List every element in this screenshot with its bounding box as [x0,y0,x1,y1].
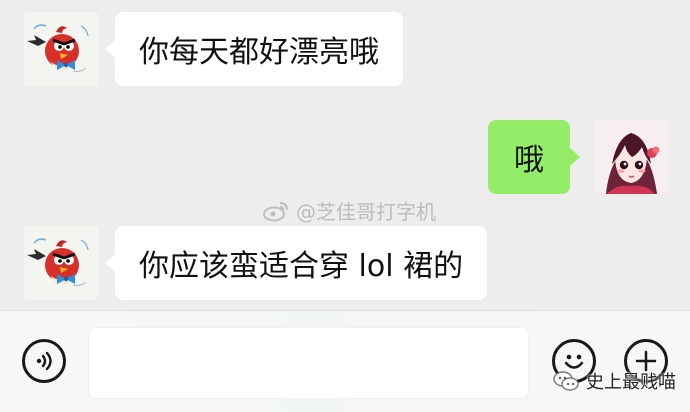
message-text: 你应该蛮适合穿 lol 裙的 [139,249,464,284]
incoming-bubble-tail [105,254,115,272]
contact-avatar[interactable] [24,12,98,86]
contact-avatar[interactable] [24,226,98,300]
voice-button[interactable] [22,339,66,383]
watermark-text: @芝佳哥打字机 [296,200,436,224]
incoming-message-bubble[interactable]: 你应该蛮适合穿 lol 裙的 [115,226,488,300]
message-input[interactable] [88,327,529,399]
wechat-official-account-icon [553,371,579,391]
source-badge: 史上最贱喵 [552,368,676,394]
weibo-icon [263,201,288,221]
my-avatar[interactable] [594,120,668,194]
source-badge-text: 史上最贱喵 [586,372,676,393]
anime-girl-avatar-icon [594,120,668,194]
angry-bird-avatar-icon [24,226,98,300]
incoming-bubble-tail [105,40,115,58]
chat-area: 你每天都好漂亮哦 哦 @芝佳哥打字机 你应该蛮适合穿 lol 裙的 [0,0,690,310]
chat-input-bar [0,310,690,412]
message-text: 你每天都好漂亮哦 [139,35,379,70]
watermark: @芝佳哥打字机 [262,196,436,225]
voice-icon [36,351,52,371]
message-text: 哦 [514,143,544,178]
angry-bird-avatar-icon [24,12,98,86]
outgoing-message-bubble[interactable]: 哦 [488,120,570,194]
outgoing-bubble-tail [570,148,580,166]
incoming-message-bubble[interactable]: 你每天都好漂亮哦 [115,12,403,86]
